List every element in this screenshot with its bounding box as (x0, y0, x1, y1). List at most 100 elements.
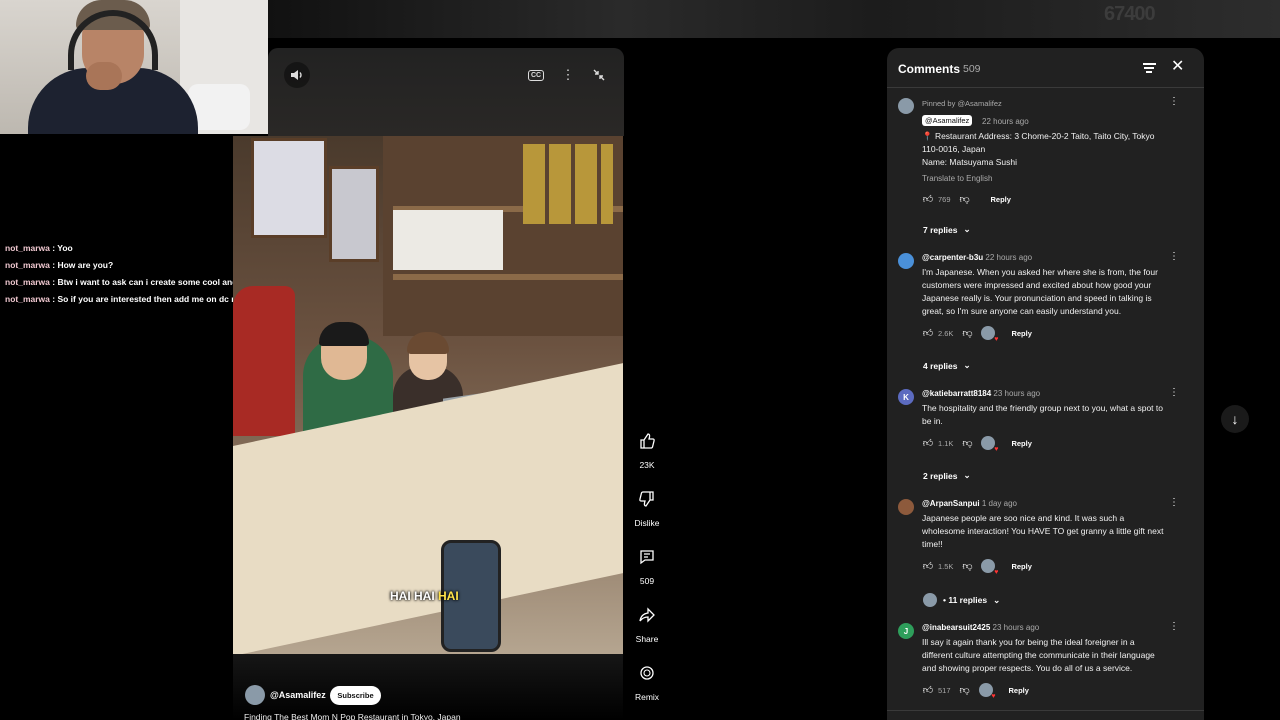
minimize-icon[interactable] (586, 62, 612, 88)
subscribe-button[interactable]: Subscribe (330, 686, 381, 705)
comment-line: Ill say it again thank you for being the… (922, 637, 1135, 647)
chat-username: not_marwa (5, 294, 50, 304)
comment-text: I'm Japanese. When you asked her where s… (922, 266, 1192, 318)
add-comment-area[interactable] (887, 710, 1204, 720)
replies-toggle[interactable]: 4 replies ⌄ (923, 360, 971, 371)
remix-label: Remix (634, 692, 660, 702)
reply-button[interactable]: Reply (1009, 686, 1029, 695)
comments-count: 509 (639, 576, 655, 586)
replies-toggle[interactable]: • 11 replies ⌄ (923, 593, 1000, 607)
thumbs-down-icon[interactable]: 👎︎ (961, 327, 973, 339)
reply-button[interactable]: Reply (991, 195, 1011, 204)
scene-shelf-row (393, 274, 623, 280)
channel-avatar[interactable] (245, 685, 265, 705)
video-info-area (233, 654, 623, 720)
replies-count: 4 replies (923, 360, 958, 371)
comment-menu-icon[interactable]: ⋮ (1169, 387, 1179, 399)
reply-button[interactable]: Reply (1011, 439, 1031, 448)
comment-avatar[interactable]: K (898, 389, 914, 405)
reply-button[interactable]: Reply (1011, 329, 1031, 338)
comment-line: time!! (922, 539, 943, 549)
comment-line: great, so I'm sure anyone can easily und… (922, 306, 1122, 316)
like-button[interactable]: 23K (626, 426, 668, 470)
like-count: 23K (639, 460, 655, 470)
thumbs-down-icon[interactable]: 👎︎ (959, 193, 971, 205)
thumbs-down-icon[interactable]: 👎︎ (961, 437, 973, 449)
comment-time: 22 hours ago (982, 117, 1029, 126)
comment-author-chip[interactable]: @Asamalifez (922, 115, 973, 126)
comment-author[interactable]: @katiebarratt8184 (922, 389, 991, 398)
comment-avatar[interactable] (898, 499, 914, 515)
creator-heart-icon (978, 683, 996, 700)
comment-author[interactable]: @ArpanSanpui (922, 499, 980, 508)
thumbs-down-icon (632, 484, 662, 514)
video-caption: HAI HAI HAI (390, 589, 459, 603)
more-vertical-icon[interactable]: ⋮ (555, 62, 581, 88)
arrow-down-icon[interactable]: ↓ (1221, 405, 1249, 433)
comment-menu-icon[interactable]: ⋮ (1169, 621, 1179, 633)
sort-icon[interactable] (1140, 59, 1158, 77)
pinned-label: Pinned by @Asamalifez (922, 99, 1002, 108)
comment-like-count: 1.1K (938, 438, 954, 448)
reply-button[interactable]: Reply (1011, 562, 1031, 571)
thumbs-up-icon[interactable]: 👍︎ (922, 437, 934, 449)
cc-label: CC (527, 69, 545, 81)
webcam-hand (86, 62, 122, 90)
comment-author[interactable]: @carpenter-b3u (922, 253, 983, 262)
chevron-down-icon: ⌄ (993, 594, 1001, 605)
comment-avatar[interactable]: J (898, 623, 914, 639)
thumbs-up-icon[interactable]: 👍︎ (922, 560, 934, 572)
comment-text: The hospitality and the friendly group n… (922, 402, 1192, 428)
comment-author[interactable]: @inabearsuit2425 (922, 623, 990, 632)
replies-toggle[interactable]: 2 replies ⌄ (923, 470, 971, 481)
creator-heart-icon (981, 559, 998, 576)
chat-username: not_marwa (5, 243, 50, 253)
replies-count: • 11 replies (943, 595, 988, 605)
comment-menu-icon[interactable]: ⋮ (1169, 251, 1179, 263)
thumbs-up-icon (632, 426, 662, 456)
comment-line: wholesome interaction! You HAVE TO get g… (922, 526, 1164, 536)
channel-name[interactable]: @Asamalifez (270, 690, 326, 700)
cc-icon[interactable]: CC (523, 62, 549, 88)
comment-actions: 👍︎ 1.5K 👎︎ Reply (922, 559, 1032, 576)
video-title[interactable]: Finding The Best Mom N Pop Restaurant in… (244, 712, 461, 720)
comment-line: 📍 Restaurant Address: 3 Chome-20-2 Taito… (922, 131, 1155, 141)
chat-text: How are you? (57, 260, 114, 270)
comments-button[interactable]: 509 (626, 542, 668, 586)
creator-heart-icon (981, 326, 998, 343)
close-icon[interactable]: ✕ (1171, 58, 1184, 76)
comment-line: different culture attempting the communi… (922, 650, 1155, 660)
comments-header: Comments 509 ✕ (887, 48, 1204, 88)
comment-time: 1 day ago (981, 499, 1017, 508)
share-button[interactable]: Share (626, 600, 668, 644)
thumbs-up-icon[interactable]: 👍︎ (922, 193, 934, 205)
comment-line: Name: Matsuyama Sushi (922, 157, 1017, 167)
chevron-down-icon: ⌄ (963, 470, 971, 480)
scene-jacket (233, 286, 295, 436)
video-frame[interactable] (233, 136, 623, 654)
thumbs-up-icon[interactable]: 👍︎ (922, 684, 934, 696)
share-icon (632, 600, 662, 630)
volume-icon[interactable] (284, 62, 310, 88)
replies-toggle[interactable]: 7 replies ⌄ (923, 224, 971, 235)
comment-menu-icon[interactable]: ⋮ (1169, 96, 1179, 108)
comments-title: Comments (898, 62, 961, 76)
dislike-button[interactable]: Dislike (626, 484, 668, 528)
remix-button[interactable]: Remix (626, 658, 668, 702)
thumbs-down-icon[interactable]: 👎︎ (959, 684, 971, 696)
chat-username: not_marwa (5, 277, 50, 287)
comment-menu-icon[interactable]: ⋮ (1169, 497, 1179, 509)
thumbs-down-icon[interactable]: 👎︎ (961, 560, 973, 572)
comment-line: be in. (922, 416, 943, 426)
scene-poster (329, 166, 379, 262)
comment-avatar[interactable] (898, 253, 914, 269)
creator-heart-icon (981, 436, 998, 453)
thumbs-up-icon[interactable]: 👍︎ (922, 327, 934, 339)
translate-link[interactable]: Translate to English (922, 174, 992, 183)
comment-time: 23 hours ago (993, 389, 1041, 398)
scene-jars (523, 144, 613, 224)
chevron-down-icon: ⌄ (963, 360, 971, 370)
comment-time: 22 hours ago (985, 253, 1033, 262)
comment-line: Japanese people are soo nice and kind. I… (922, 513, 1125, 523)
comment-avatar[interactable] (898, 98, 914, 114)
